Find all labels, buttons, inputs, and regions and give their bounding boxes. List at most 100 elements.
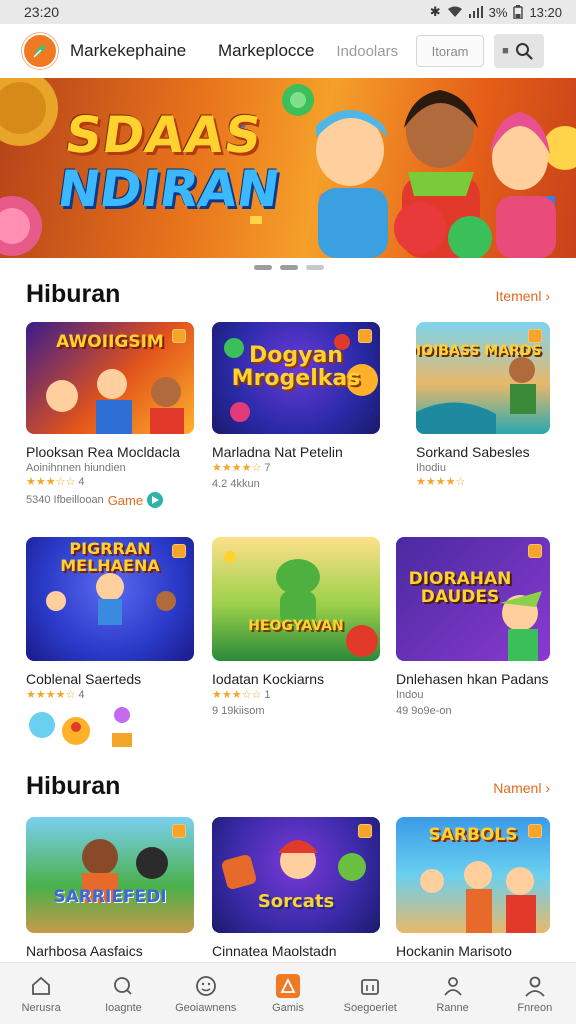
pagination-dot-2[interactable] <box>280 265 298 270</box>
section-title-2: Hiburan <box>26 772 121 800</box>
star-rating: ★★★☆☆ 4 <box>26 475 194 488</box>
hero-banner[interactable]: SDAAS NDIRAN <box>0 78 576 258</box>
search-button[interactable]: ■ <box>494 34 545 68</box>
status-icons: ✱ 3% 13:20 <box>430 4 562 20</box>
star-rating: ★★★★☆ 4 <box>26 688 194 701</box>
rating-value: 4 <box>78 476 85 488</box>
banner-title: SDAAS NDIRAN <box>54 106 290 218</box>
nav-link-marketplace[interactable]: Markeplocce <box>218 41 314 61</box>
see-more-label-2: Namenl <box>493 780 542 796</box>
game-thumbnail: DIORAHAN DAUDES <box>396 537 550 661</box>
game-subtitle: Indou <box>396 689 424 701</box>
nav-label: Gamis <box>272 1001 304 1014</box>
game-thumbnail: PIGRRAN MELHAENA <box>26 537 194 661</box>
game-card[interactable]: HEOGYAVAN Iodatan Kockiarns ★★★☆☆ 1 9 19k… <box>212 537 380 717</box>
chevron-right-icon: › <box>545 780 550 796</box>
see-more-link-1[interactable]: Itemenl › <box>496 288 550 304</box>
search-input-placeholder: Itoram <box>431 43 469 59</box>
game-title: Plooksan Rea Mocldacla <box>26 444 181 460</box>
game-title: Sorkand Sabesles <box>416 444 530 460</box>
thumbnail-title: HEOGYAVAN <box>248 618 344 634</box>
bottom-navigation: Nerusra Ioagnte Geoiawnens Gamis Soegoer… <box>0 962 576 1024</box>
thumbnail-title: DIOIBASS MARDS <box>416 343 542 359</box>
game-card[interactable]: PIGRRAN MELHAENA Coblenal Saerteds ★★★★☆… <box>26 537 194 749</box>
game-title: Marladna Nat Petelin <box>212 444 343 460</box>
game-meta: 5340 Ifbeillooan Game <box>26 492 194 508</box>
game-card[interactable]: SARRIEFEDI Narhbosa Aasfaics <box>26 817 194 959</box>
game-title: Dnlehasen hkan Padans <box>396 671 549 687</box>
search-icon <box>515 43 533 60</box>
bluetooth-icon: ✱ <box>429 4 441 19</box>
battery-percent: 3% <box>488 4 508 20</box>
banner-pagination <box>254 265 324 270</box>
nav-item-search[interactable]: Ioagnte <box>82 963 164 1024</box>
game-thumbnail: Dogyan Mrogelkas <box>212 322 380 434</box>
game-thumbnail: SARBOLS <box>396 817 550 933</box>
nav-item-calendar[interactable]: Soegoeriet <box>329 963 411 1024</box>
pagination-dot-1[interactable] <box>254 265 272 270</box>
game-card[interactable]: Dogyan Mrogelkas Marladna Nat Petelin ★★… <box>212 322 380 490</box>
thumbnail-title: DIORAHAN DAUDES <box>408 569 512 607</box>
nav-label: Fnreon <box>517 1001 553 1014</box>
nav-label: Geoiawnens <box>175 1001 237 1014</box>
nav-link-secondary[interactable]: Indoolars <box>336 43 398 60</box>
stars-icon: ★★★★☆ <box>212 462 262 474</box>
game-tag[interactable]: Game <box>108 493 143 508</box>
nav-item-person[interactable]: Ranne <box>411 963 493 1024</box>
pagination-dot-3[interactable] <box>306 265 324 270</box>
game-subtitle: Aoinihnnen hiundien <box>26 462 126 474</box>
stars-icon: ★★★☆☆ <box>26 476 76 488</box>
nav-label: Ranne <box>436 1001 469 1014</box>
person-icon <box>441 974 465 998</box>
game-meta: 9 19kiisom <box>212 705 380 717</box>
star-rating: ★★★☆☆ 1 <box>212 688 380 701</box>
nav-item-games[interactable]: Gamis <box>247 963 329 1024</box>
nav-label: Nerusra <box>21 1001 61 1014</box>
game-thumbnail: AWOIIGSIM <box>26 322 194 434</box>
see-more-link-2[interactable]: Namenl › <box>493 780 550 796</box>
rating-value: 1 <box>264 689 271 701</box>
game-meta-text: 5340 Ifbeillooan <box>26 494 104 506</box>
wifi-icon <box>447 6 463 18</box>
profile-icon <box>523 974 547 998</box>
stars-icon: ★★★★☆ <box>416 476 466 488</box>
thumbnail-title: SARRIEFEDI <box>53 887 167 907</box>
stars-icon: ★★★☆☆ <box>212 689 262 701</box>
calendar-icon <box>358 974 382 998</box>
section-title-1: Hiburan <box>26 280 121 308</box>
game-meta-text: 4.2 4kkun <box>212 478 260 490</box>
game-card[interactable]: DIOIBASS MARDS Sorkand Sabesles Ihodiu ★… <box>416 322 550 488</box>
games-icon <box>275 973 300 998</box>
game-meta-text: 9 19kiisom <box>212 705 265 717</box>
nav-item-home[interactable]: Nerusra <box>0 963 82 1024</box>
smiley-icon <box>194 974 218 998</box>
search-input[interactable]: Itoram <box>416 35 485 67</box>
nav-label: Soegoeriet <box>343 1001 397 1014</box>
banner-title-line2: NDIRAN <box>54 160 284 218</box>
play-icon[interactable] <box>147 492 164 508</box>
app-header: Markekephaine Markeplocce Indoolars Itor… <box>0 24 576 78</box>
thumbnail-title: SARBOLS <box>428 825 518 845</box>
thumbnail-title: PIGRRAN MELHAENA <box>60 539 160 575</box>
game-card[interactable]: Sorcats Cinnatea Maolstadn <box>212 817 380 959</box>
nav-label: Ioagnte <box>105 1001 142 1014</box>
search-icon <box>111 974 135 998</box>
game-thumbnail: HEOGYAVAN <box>212 537 380 661</box>
home-icon <box>29 974 53 998</box>
app-logo-icon[interactable] <box>22 33 58 69</box>
nav-item-smiley[interactable]: Geoiawnens <box>165 963 247 1024</box>
game-title: Coblenal Saerteds <box>26 671 142 687</box>
game-card[interactable]: SARBOLS Hockanin Marisoto <box>396 817 550 959</box>
app-name: Markekephaine <box>70 41 187 60</box>
thumbnail-title: Sorcats <box>257 891 335 912</box>
game-card[interactable]: DIORAHAN DAUDES Dnlehasen hkan Padans In… <box>396 537 550 717</box>
game-title: Cinnatea Maolstadn <box>212 943 337 959</box>
see-more-label-1: Itemenl <box>495 288 542 304</box>
game-thumbnail: Sorcats <box>212 817 380 933</box>
game-meta: 4.2 4kkun <box>212 478 380 490</box>
nav-item-profile[interactable]: Fnreon <box>494 963 576 1024</box>
game-card[interactable]: AWOIIGSIM Plooksan Rea Mocldacla Aoinihn… <box>26 322 194 508</box>
signal-icon <box>468 6 483 18</box>
battery-icon <box>513 5 524 19</box>
game-meta-text: 49 9o9e-on <box>396 705 452 717</box>
